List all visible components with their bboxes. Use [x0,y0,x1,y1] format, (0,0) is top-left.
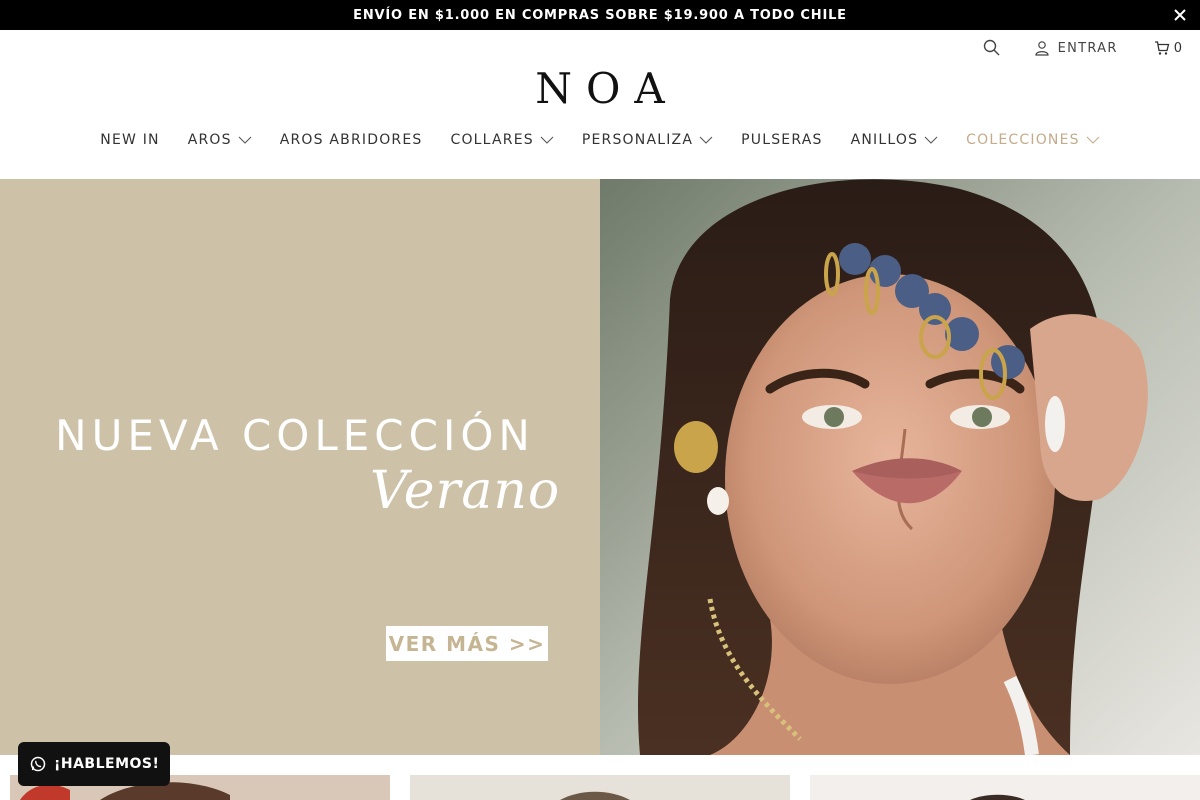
nav-label: NEW IN [100,132,160,148]
collection-tile-3[interactable] [810,775,1200,800]
cart-count: 0 [1173,40,1182,56]
nav-label: ANILLOS [850,132,919,148]
hero-banner[interactable]: NUEVA COLECCIÓN Verano VER MÁS >> [0,179,1200,755]
whatsapp-icon [30,756,46,772]
hero-script-title: Verano [370,461,561,521]
chat-label: ¡HABLEMOS! [54,756,160,772]
nav-label: PERSONALIZA [581,132,694,148]
hero-title: NUEVA COLECCIÓN [55,411,535,460]
nav-label: COLLARES [450,132,534,148]
nav-item-personaliza[interactable]: PERSONALIZA [582,132,713,148]
nav-label: COLECCIONES [966,132,1080,148]
user-icon [1034,41,1049,56]
hero-text-panel: NUEVA COLECCIÓN Verano VER MÁS >> [0,179,600,755]
chevron-down-icon [924,136,938,144]
close-icon[interactable] [1172,7,1188,23]
login-label: ENTRAR [1057,40,1118,56]
cart-button[interactable]: 0 [1154,40,1182,56]
site-logo[interactable]: NOA [0,64,1200,113]
nav-item-collares[interactable]: COLLARES [450,132,554,148]
nav-label: PULSERAS [741,132,823,148]
chevron-down-icon [540,136,554,144]
nav-item-pulseras[interactable]: PULSERAS [741,132,822,148]
announcement-bar: ENVÍO EN $1.000 EN COMPRAS SOBRE $19.900… [0,0,1200,30]
tile-image [410,775,790,800]
login-link[interactable]: ENTRAR [1034,40,1118,56]
ver-mas-button[interactable]: VER MÁS >> [386,626,548,661]
nav-item-aros[interactable]: AROS [188,132,252,148]
whatsapp-chat-button[interactable]: ¡HABLEMOS! [18,742,170,786]
collection-tile-2[interactable] [410,775,790,800]
nav-label: AROS [187,132,232,148]
nav-item-aros-abridores[interactable]: AROS ABRIDORES [280,132,423,148]
utility-bar: ENTRAR 0 [982,38,1182,58]
announcement-text: ENVÍO EN $1.000 EN COMPRAS SOBRE $19.900… [353,7,847,23]
tile-image [810,775,1200,800]
main-nav: NEW IN AROS AROS ABRIDORES COLLARES PERS… [0,132,1200,148]
chevron-down-icon [1086,136,1100,144]
nav-item-anillos[interactable]: ANILLOS [851,132,939,148]
hero-model-image [600,179,1200,755]
cart-icon [1154,41,1170,55]
chevron-down-icon [238,136,252,144]
chevron-down-icon [699,136,713,144]
site-header: ENTRAR 0 NOA NEW IN AROS AROS ABRIDORES … [0,30,1200,179]
nav-item-colecciones[interactable]: COLECCIONES [966,132,1100,148]
nav-item-new-in[interactable]: NEW IN [100,132,159,148]
model-photo-illustration [600,179,1200,755]
nav-label: AROS ABRIDORES [279,132,423,148]
search-icon[interactable] [982,38,1002,58]
